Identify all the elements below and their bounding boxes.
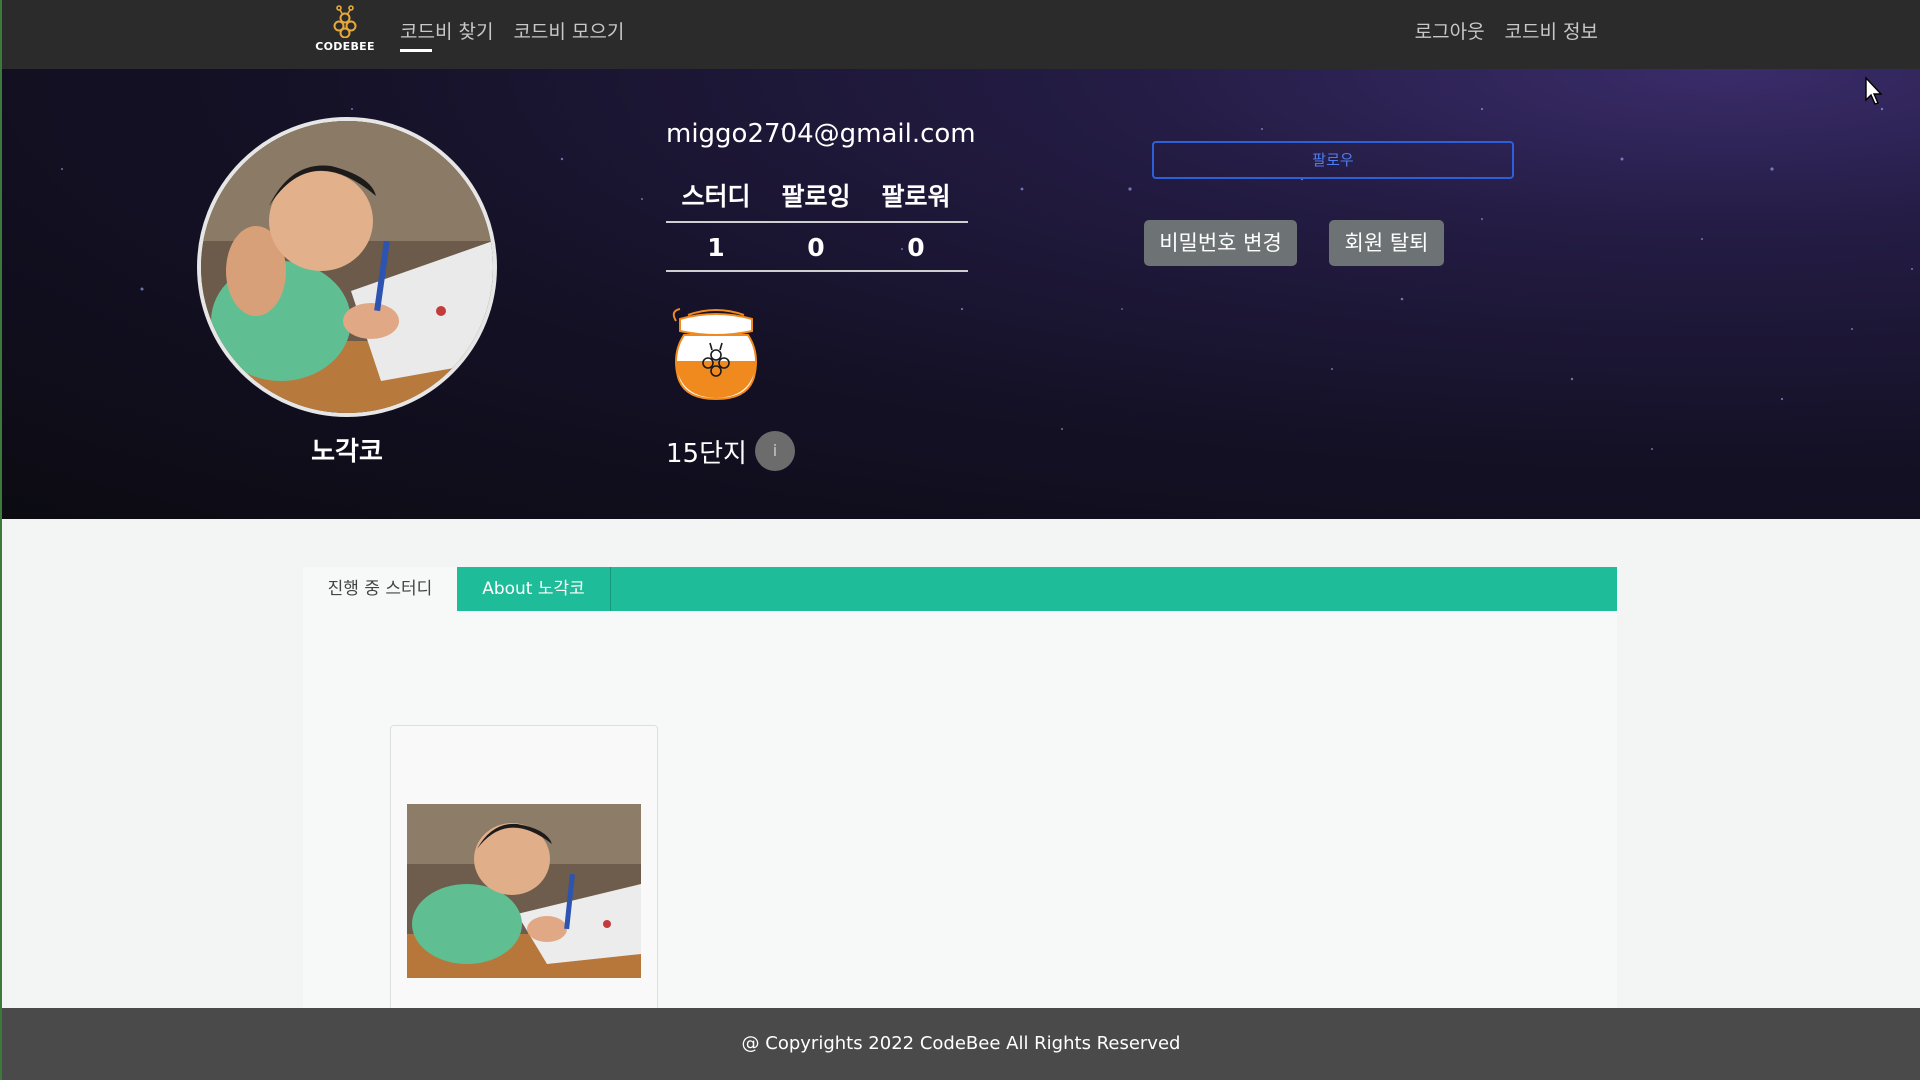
footer-copyright: @ Copyrights 2022 CodeBee All Rights Res… — [741, 1033, 1181, 1054]
mouse-cursor-icon — [1865, 76, 1883, 105]
top-navbar: CODEBEE 코드비 찾기 코드비 모으기 로그아웃 코드비 정보 — [0, 0, 1920, 69]
study-thumbnail-photo — [407, 804, 641, 978]
nav-codebee-info[interactable]: 코드비 정보 — [1505, 18, 1598, 46]
profile-username: 노각코 — [311, 437, 383, 467]
change-password-button[interactable]: 비밀번호 변경 — [1144, 220, 1297, 266]
stat-header-study: 스터디 — [681, 182, 751, 211]
study-thumbnail — [407, 804, 641, 978]
stats-value-row: 1 0 0 — [666, 223, 968, 272]
tab-about-user[interactable]: About 노각코 — [457, 567, 611, 611]
tab-ongoing-studies[interactable]: 진행 중 스터디 — [303, 567, 457, 611]
tab-bar: 진행 중 스터디 About 노각코 — [303, 567, 1617, 611]
level-text: 15단지 — [666, 438, 747, 469]
bee-logo-icon — [333, 5, 357, 38]
stat-header-followers: 팔로워 — [881, 182, 951, 211]
stat-value-followers[interactable]: 0 — [866, 233, 966, 262]
codebee-logo[interactable]: CODEBEE — [310, 4, 380, 56]
profile-level: 15단지 i — [666, 431, 795, 471]
stat-value-following[interactable]: 0 — [766, 233, 866, 262]
profile-avatar — [197, 117, 497, 417]
nav-left: 코드비 찾기 코드비 모으기 — [400, 18, 644, 52]
profile-stats: 스터디 팔로잉 팔로워 1 0 0 — [666, 177, 968, 272]
nav-collect-codebee[interactable]: 코드비 모으기 — [513, 18, 624, 46]
stat-header-following: 팔로잉 — [781, 182, 851, 211]
page-footer: @ Copyrights 2022 CodeBee All Rights Res… — [0, 1008, 1920, 1080]
nav-find-codebee[interactable]: 코드비 찾기 — [400, 18, 493, 52]
follow-button[interactable]: 팔로우 — [1152, 141, 1514, 179]
study-card[interactable] — [390, 725, 658, 1015]
level-info-icon[interactable]: i — [754, 431, 795, 471]
child-drawing-photo — [201, 121, 493, 413]
profile-email: miggo2704@gmail.com — [666, 119, 976, 149]
stat-value-study[interactable]: 1 — [666, 233, 766, 262]
honey-jar-icon — [666, 291, 766, 401]
nav-right: 로그아웃 코드비 정보 — [1395, 18, 1598, 46]
profile-hero: 노각코 miggo2704@gmail.com 스터디 팔로잉 팔로워 1 0 … — [0, 69, 1920, 519]
logo-text: CODEBEE — [315, 40, 375, 53]
withdraw-button[interactable]: 회원 탈퇴 — [1329, 220, 1444, 266]
stats-header-row: 스터디 팔로잉 팔로워 — [666, 177, 968, 223]
nav-logout[interactable]: 로그아웃 — [1415, 18, 1485, 46]
